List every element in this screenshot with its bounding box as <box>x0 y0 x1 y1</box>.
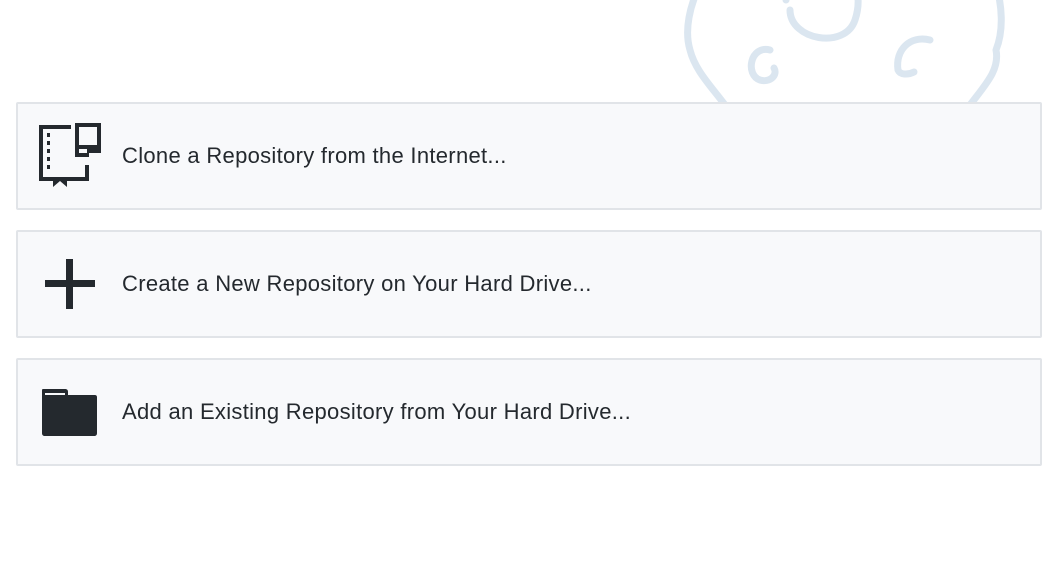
welcome-panel: Clone a Repository from the Internet... … <box>0 0 1060 572</box>
octocat-background-icon <box>684 0 1005 105</box>
repo-clone-icon <box>18 104 122 208</box>
add-existing-repository-label: Add an Existing Repository from Your Har… <box>122 399 632 424</box>
repository-options: Clone a Repository from the Internet... … <box>16 102 1042 486</box>
plus-icon <box>18 232 122 336</box>
create-repository-label: Create a New Repository on Your Hard Dri… <box>122 271 592 296</box>
clone-repository-button[interactable]: Clone a Repository from the Internet... <box>16 102 1042 210</box>
clone-repository-label: Clone a Repository from the Internet... <box>122 143 507 168</box>
add-existing-repository-button[interactable]: Add an Existing Repository from Your Har… <box>16 358 1042 466</box>
create-repository-button[interactable]: Create a New Repository on Your Hard Dri… <box>16 230 1042 338</box>
folder-icon <box>18 360 122 464</box>
